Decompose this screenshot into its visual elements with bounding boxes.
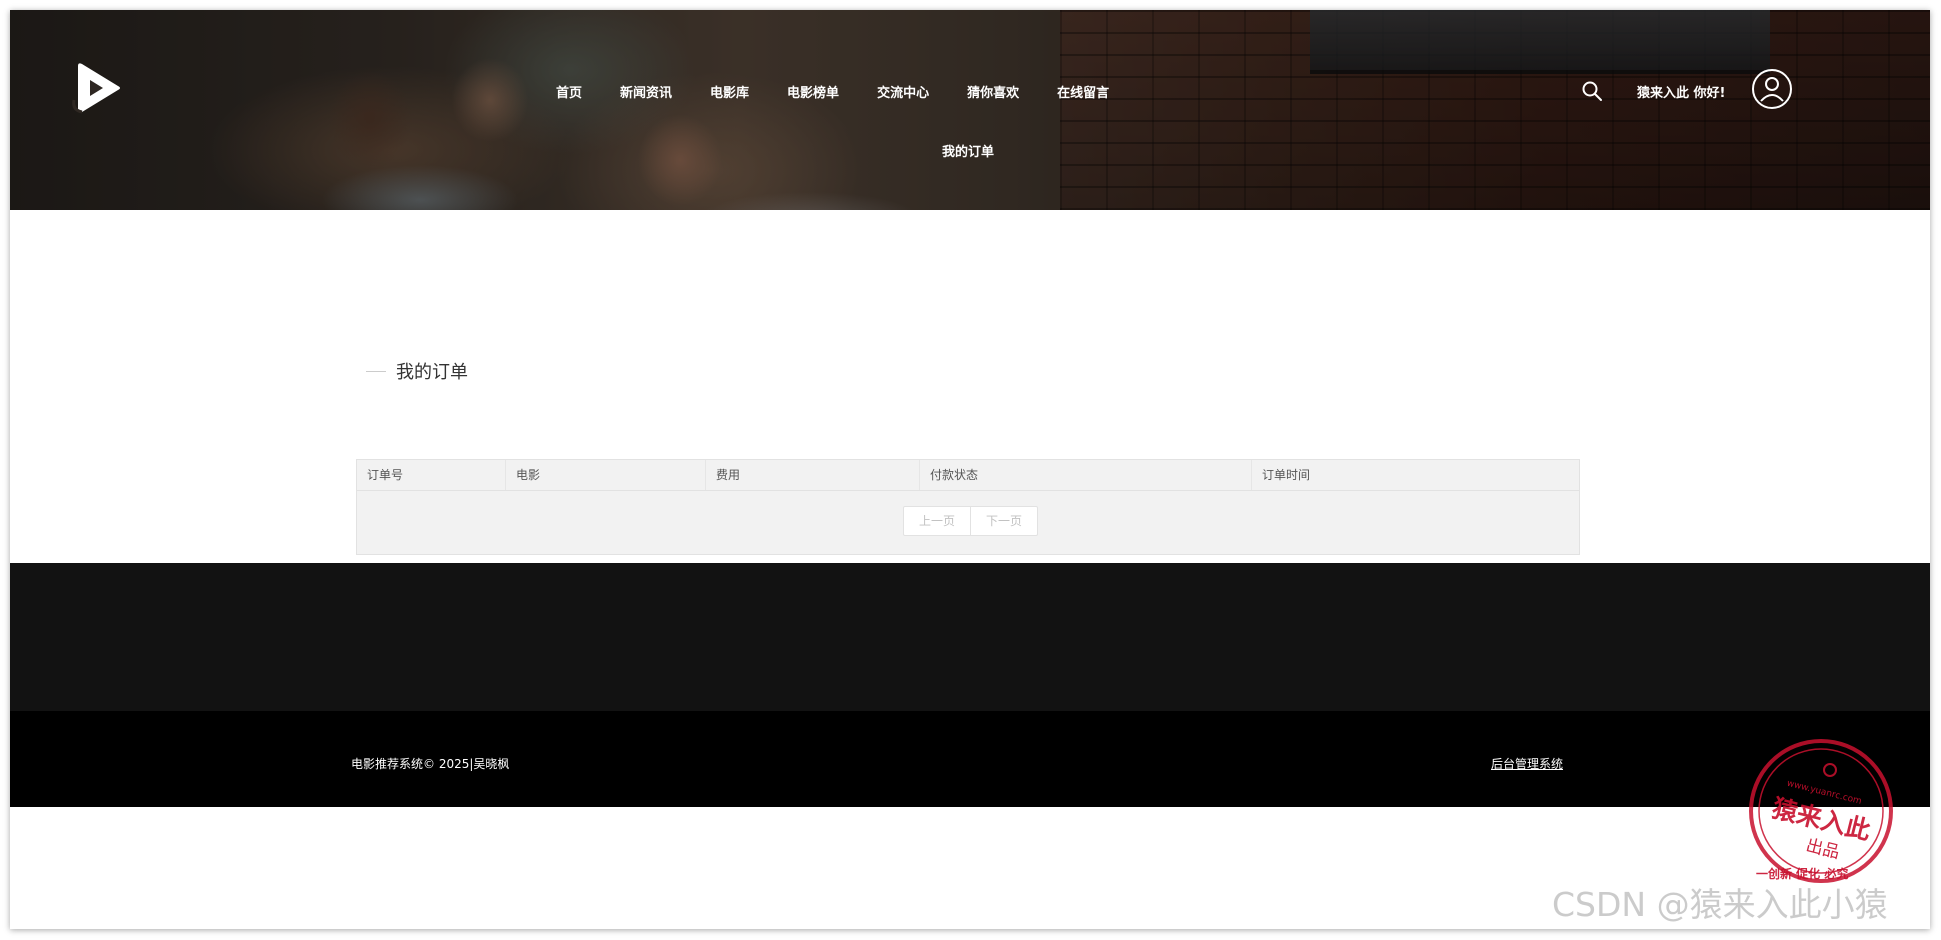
next-page-button[interactable]: 下一页 [970, 507, 1037, 535]
csdn-watermark: CSDN @猿来入此小猿 [1552, 885, 1888, 924]
stamp-sub-text: 出品 [1804, 836, 1842, 864]
play-logo-icon[interactable] [68, 60, 124, 116]
prev-page-button[interactable]: 上一页 [904, 507, 970, 535]
column-header-order-time: 订单时间 [1262, 468, 1311, 482]
nav-item-my-orders[interactable]: 我的订单 [942, 141, 994, 160]
pagination: 上一页 下一页 [903, 506, 1039, 536]
footer-bottom-band: 电影推荐系统© 2025|吴晓枫 后台管理系统 [10, 711, 1930, 807]
page-title: 我的订单 [366, 358, 468, 384]
search-icon[interactable] [1580, 79, 1604, 103]
column-header-payment-status: 付款状态 [920, 460, 1252, 490]
user-greeting: 猿来入此 你好! [1637, 86, 1726, 101]
orders-table: 订单号 电影 费用 付款状态 订单时间 上一页 下一页 [356, 459, 1580, 555]
nav-item-news[interactable]: 新闻资讯 [601, 82, 691, 101]
column-header-fee: 费用 [706, 460, 920, 490]
user-avatar-icon[interactable] [1751, 68, 1793, 110]
site-header: 首页 新闻资讯 电影库 电影榜单 交流中心 猜你喜欢 在线留言 我的订单 猿来入… [10, 10, 1930, 210]
nav-item-movie-ranking[interactable]: 电影榜单 [768, 82, 858, 101]
copyright-text: 电影推荐系统© 2025|吴晓枫 [351, 757, 510, 771]
title-dash [366, 370, 386, 372]
column-header-order-no: 订单号 [357, 460, 506, 490]
nav-item-home[interactable]: 首页 [556, 82, 601, 101]
table-header-row: 订单号 电影 费用 付款状态 订单时间 [357, 460, 1579, 491]
admin-system-link[interactable]: 后台管理系统 [1491, 755, 1563, 772]
main-nav: 首页 新闻资讯 电影库 电影榜单 交流中心 猜你喜欢 在线留言 [556, 82, 1128, 101]
red-seal-stamp: www.yuanrc.com 猿来入此 出品 一创新 促化 必究 [1749, 739, 1893, 883]
page-title-text: 我的订单 [396, 362, 468, 383]
nav-item-forum[interactable]: 交流中心 [858, 82, 948, 101]
nav-item-movie-library[interactable]: 电影库 [691, 82, 768, 101]
header-dark-overlay [10, 10, 1930, 210]
browser-frame: 首页 新闻资讯 电影库 电影榜单 交流中心 猜你喜欢 在线留言 我的订单 猿来入… [10, 10, 1930, 929]
column-header-movie: 电影 [506, 460, 706, 490]
footer-top-band [10, 563, 1930, 711]
nav-item-message[interactable]: 在线留言 [1038, 82, 1128, 101]
nav-item-recommend[interactable]: 猜你喜欢 [948, 82, 1038, 101]
